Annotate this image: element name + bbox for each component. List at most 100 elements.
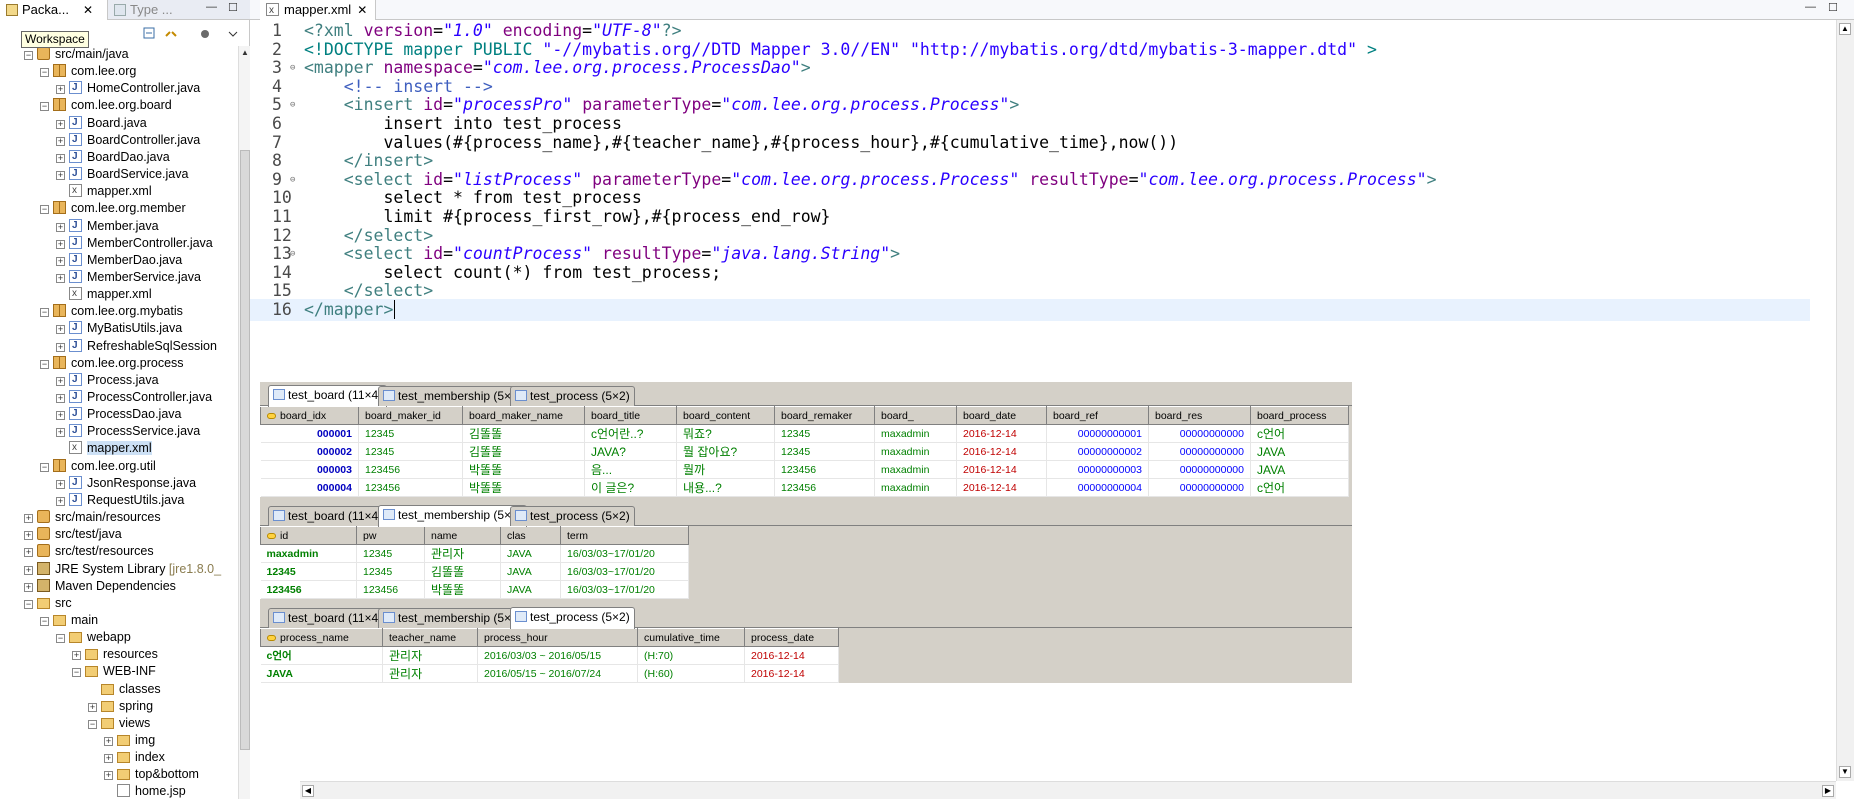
tree-item[interactable]: + Member.java [56,217,159,235]
table-cell[interactable]: 내용...? [676,478,775,497]
table-cell[interactable]: 12345 [356,544,425,563]
table-cell[interactable]: 2016-12-14 [744,664,839,683]
table-cell[interactable]: 박똘똘 [424,580,501,599]
table-cell[interactable]: JAVA [500,580,561,599]
collapse-icon[interactable]: − [40,102,49,112]
tree-item[interactable]: + Board.java [56,114,147,132]
tree-item[interactable]: + img [104,732,155,749]
column-header[interactable]: pw [356,526,425,545]
table-cell[interactable]: 16/03/03~17/01/20 [560,562,689,581]
table-row[interactable]: 000004 123456 박똘똘 이 글은? 내용...? 123456 maxadmin… [260,478,1349,497]
table-cell[interactable]: 김똘똘 [462,424,585,443]
close-icon[interactable]: ✕ [83,3,93,17]
expand-icon[interactable]: + [24,565,33,575]
table-cell[interactable]: 000003 [260,460,359,479]
link-with-editor-icon[interactable] [164,27,178,41]
editor-vertical-scrollbar[interactable]: ▲ ▼ [1836,20,1854,781]
expand-icon[interactable]: + [56,119,65,129]
tree-item[interactable]: + MemberService.java [56,268,201,286]
table-cell[interactable]: 12345 [356,562,425,581]
tree-item[interactable]: mapper.xml [56,439,152,457]
column-header[interactable]: id [260,526,357,545]
tree-item[interactable]: + top&bottom [104,766,199,783]
expand-icon[interactable]: + [56,171,65,181]
column-header[interactable]: board_process [1250,406,1349,425]
tree-item[interactable]: + ProcessController.java [56,388,212,406]
table-cell[interactable]: 김똘똘 [424,562,501,581]
tree-item[interactable]: + RequestUtils.java [56,491,184,509]
tree-item[interactable]: − WEB-INF [72,663,156,680]
table-row[interactable]: 000002 12345 김똘똘 JAVA? 뭘 잡아요? 12345 maxadmin 20… [260,442,1349,461]
table-cell[interactable]: 음... [584,460,677,479]
table-row[interactable]: maxadmin 12345 관리자 JAVA 16/03/03~17/01/20 [260,544,689,563]
column-header[interactable]: process_date [744,628,839,647]
table-row[interactable]: JAVA 관리자 2016/05/15 ~ 2016/07/24 (H:60) 2016… [260,664,839,683]
table-cell[interactable]: 2016-12-14 [956,478,1047,497]
db-tab-test-process[interactable]: test_process (5×2) [510,506,635,526]
column-header[interactable]: board_ref [1046,406,1149,425]
tree-item[interactable]: + BoardDao.java [56,148,170,166]
column-header[interactable]: board_date [956,406,1047,425]
collapse-icon[interactable]: − [40,359,49,369]
column-header[interactable]: board_content [676,406,775,425]
expand-icon[interactable]: + [24,548,33,558]
db-tab-test-board[interactable]: test_board (11×4) [268,506,388,526]
tree-item[interactable]: + Process.java [56,371,159,389]
expand-icon[interactable]: + [56,342,65,352]
table-cell[interactable]: 00000000003 [1046,460,1149,479]
expand-icon[interactable]: + [104,771,113,781]
maximize-icon[interactable]: ☐ [228,1,238,14]
expand-icon[interactable]: + [56,376,65,386]
expand-icon[interactable]: + [56,256,65,266]
column-header[interactable]: name [424,526,501,545]
column-header[interactable]: cumulative_time [637,628,745,647]
view-menu-icon[interactable] [198,27,212,41]
collapse-icon[interactable]: − [40,462,49,472]
table-cell[interactable]: 00000000004 [1046,478,1149,497]
table-cell[interactable]: 123456 [356,580,425,599]
table-cell[interactable]: c언어란..? [584,424,677,443]
result-grid[interactable]: id pw name clas term maxadmin 12345 관리자 JAVA 16/0… [260,526,689,599]
column-header[interactable]: board_idx [260,406,359,425]
db-tab-test-membership[interactable]: test_membership (5×3) [378,608,527,628]
scroll-left-icon[interactable]: ◀ [302,785,314,797]
expand-icon[interactable]: + [56,273,65,283]
table-row[interactable]: 000003 123456 박똘똘 음... 뭘까 123456 maxadmin 2016-… [260,460,1349,479]
tree-item[interactable]: + resources [72,646,158,663]
table-cell[interactable]: 16/03/03~17/01/20 [560,580,689,599]
table-cell[interactable]: 123456 [774,478,875,497]
expand-icon[interactable]: + [56,153,65,163]
tree-item[interactable]: + JRE System Library [jre1.8.0_ [24,561,221,578]
column-header[interactable]: clas [500,526,561,545]
editor-horizontal-scrollbar[interactable]: ◀ ▶ [300,781,1836,799]
table-cell[interactable]: maxadmin [260,544,357,563]
table-cell[interactable]: c언어 [1250,424,1349,443]
expand-icon[interactable]: + [56,496,65,506]
expand-icon[interactable]: + [56,222,65,232]
table-cell[interactable]: 00000000001 [1046,424,1149,443]
table-cell[interactable]: 2016-12-14 [956,460,1047,479]
table-cell[interactable]: 12345 [774,442,875,461]
expand-icon[interactable]: + [24,582,33,592]
tree-scrollbar[interactable]: ▲ [238,46,250,799]
tree-item[interactable]: − com.lee.org.member [40,200,186,217]
table-cell[interactable]: 박똘똘 [462,478,585,497]
column-header[interactable]: board_res [1148,406,1251,425]
table-cell[interactable]: 123456 [358,460,463,479]
table-cell[interactable]: (H:70) [637,646,745,665]
table-cell[interactable]: 뭘까 [676,460,775,479]
scroll-up-icon[interactable]: ▲ [1839,23,1851,35]
expand-icon[interactable]: + [72,651,81,661]
tree-item[interactable]: home.jsp [104,783,186,799]
table-cell[interactable]: 2016/03/03 ~ 2016/05/15 [477,646,638,665]
tree-item[interactable]: + JsonResponse.java [56,474,196,492]
column-header[interactable]: process_name [260,628,383,647]
tree-item[interactable]: − com.lee.org.board [40,97,172,114]
table-cell[interactable]: 000004 [260,478,359,497]
table-row[interactable]: c언어 관리자 2016/03/03 ~ 2016/05/15 (H:70) 2016-… [260,646,839,665]
scroll-down-icon[interactable]: ▼ [1839,766,1851,778]
expand-icon[interactable]: + [56,479,65,489]
editor-tab-mapper-xml[interactable]: mapper.xml ✕ [260,0,377,21]
db-tab-test-process[interactable]: test_process (5×2) [510,386,635,406]
db-tab-test-board[interactable]: test_board (11×4) [268,385,388,407]
